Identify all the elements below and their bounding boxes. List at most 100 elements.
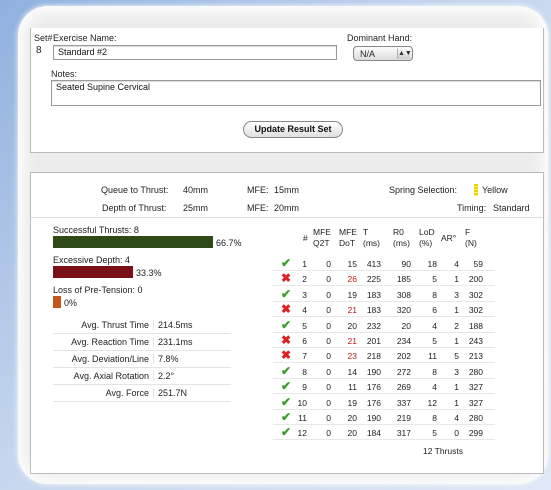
table-cell: 26 xyxy=(347,274,357,285)
average-row: Avg. Axial Rotation 2.2° xyxy=(53,368,231,385)
table-cell: 302 xyxy=(468,305,483,316)
results-panel: Queue to Thrust: 40mm Depth of Thrust: 2… xyxy=(30,172,544,474)
average-value: 214.5ms xyxy=(153,320,193,330)
loss-of-pretension-label: Loss of Pre-Tension: 0 xyxy=(53,285,143,295)
table-cell: 308 xyxy=(396,289,411,300)
column-header-bottom: (N) xyxy=(465,238,477,248)
table-cell: 185 xyxy=(396,274,411,285)
table-cell: 413 xyxy=(366,259,381,269)
timing-label: Timing: xyxy=(457,203,487,213)
table-cell: 1 xyxy=(454,274,459,285)
table-cell: 190 xyxy=(366,366,381,377)
table-cell: 2 xyxy=(454,320,459,331)
table-row-divider xyxy=(273,362,495,364)
table-cell: 0 xyxy=(326,366,331,377)
table-cell: 202 xyxy=(396,351,411,362)
table-cell: 190 xyxy=(366,413,381,423)
table-cell: 1 xyxy=(302,259,307,269)
table-cell: 272 xyxy=(396,366,411,377)
table-cell: 317 xyxy=(396,428,411,439)
table-cell: 234 xyxy=(396,336,411,346)
table-cell: 0 xyxy=(326,274,331,285)
table-cell: 280 xyxy=(468,366,483,377)
column-header-bottom: DoT xyxy=(339,238,356,248)
table-cell: 21 xyxy=(347,305,357,316)
column-header-top: MFE xyxy=(313,227,331,237)
table-row-divider xyxy=(273,347,495,348)
table-cell: 5 xyxy=(302,320,307,331)
table-cell: 327 xyxy=(468,397,483,408)
updown-arrow-icon: ▲▼ xyxy=(397,48,412,59)
table-cell: 19 xyxy=(347,397,357,408)
timing-value: Standard xyxy=(493,203,530,213)
table-cell: 0 xyxy=(326,382,331,393)
table-cell: 3 xyxy=(454,289,459,300)
dominant-hand-select[interactable]: N/A ▲▼ xyxy=(353,46,413,61)
table-cell: 6 xyxy=(302,336,307,346)
exercise-name-label: Exercise Name: xyxy=(53,33,117,43)
table-cell: 219 xyxy=(396,413,411,423)
column-header-top: LoD xyxy=(419,227,435,237)
average-label: Avg. Thrust Time xyxy=(81,320,149,330)
table-cell: 5 xyxy=(432,336,437,346)
average-value: 2.2° xyxy=(153,371,174,381)
column-header-bottom: (%) xyxy=(419,238,433,248)
average-label: Avg. Axial Rotation xyxy=(73,371,149,381)
dominant-hand-value: N/A xyxy=(360,49,376,59)
table-cell: 176 xyxy=(366,397,381,408)
table-cell: 183 xyxy=(366,289,381,300)
excessive-depth-label: Excessive Depth: 4 xyxy=(53,255,131,265)
table-cell: 6 xyxy=(432,305,437,316)
table-cell: 20 xyxy=(347,413,357,423)
spring-selection-value: Yellow xyxy=(482,185,508,195)
loss-of-pretension-bar xyxy=(53,296,61,308)
average-row: Avg. Deviation/Line 7.8% xyxy=(53,351,231,368)
table-cell: 5 xyxy=(432,428,437,439)
thrust-results-table: # MFE Q2T MFE DoT T (ms) R0 (ms) LoD (%) AR° F (N) ✔ 1 0… xyxy=(273,223,543,469)
table-cell: 327 xyxy=(468,382,483,393)
table-cell: 12 xyxy=(427,397,437,408)
table-cell: 0 xyxy=(326,351,331,362)
table-row-divider xyxy=(273,270,495,271)
column-header-bottom: Q2T xyxy=(313,238,330,248)
average-value: 7.8% xyxy=(153,354,179,364)
table-cell: 0 xyxy=(326,397,331,408)
table-cell: 3 xyxy=(302,289,307,300)
table-cell: 4 xyxy=(454,413,459,423)
successful-thrusts-percent: 66.7% xyxy=(216,238,242,248)
average-value: 231.1ms xyxy=(153,337,193,347)
set-label: Set# xyxy=(34,33,53,43)
table-row-divider xyxy=(273,439,495,441)
table-row-divider xyxy=(273,377,495,379)
column-header-bottom: (ms) xyxy=(363,238,380,248)
loss-of-pretension-percent: 0% xyxy=(64,298,78,308)
table-cell: 5 xyxy=(432,274,437,285)
notes-textarea[interactable]: Seated Supine Cervical xyxy=(51,80,541,106)
average-label: Avg. Reaction Time xyxy=(71,337,149,347)
column-header-bottom: AR° xyxy=(441,233,457,243)
update-result-set-button[interactable]: Update Result Set xyxy=(243,121,343,138)
table-cell: 320 xyxy=(396,305,411,316)
table-cell: 8 xyxy=(432,289,437,300)
table-cell: 2 xyxy=(302,274,307,285)
average-row: Avg. Thrust Time 214.5ms xyxy=(53,317,231,334)
average-label: Avg. Force xyxy=(105,388,149,398)
table-cell: 200 xyxy=(468,274,483,285)
thrust-count-footer: 12 Thrusts xyxy=(423,445,464,456)
table-cell: 0 xyxy=(326,336,331,346)
table-cell: 0 xyxy=(326,428,331,439)
table-cell: 20 xyxy=(347,428,357,439)
table-cell: 7 xyxy=(302,351,307,362)
table-cell: 12 xyxy=(297,428,307,439)
column-header-top: MFE xyxy=(339,227,357,237)
exercise-name-input[interactable]: Standard #2 xyxy=(53,45,337,60)
excessive-depth-bar xyxy=(53,266,133,278)
table-cell: 8 xyxy=(302,366,307,377)
table-cell: 90 xyxy=(401,259,411,269)
table-cell: 337 xyxy=(396,397,411,408)
table-cell: 20 xyxy=(347,320,357,331)
table-cell: 1 xyxy=(454,397,459,408)
table-cell: 183 xyxy=(366,305,381,316)
dominant-hand-label: Dominant Hand: xyxy=(347,33,413,43)
average-label: Avg. Deviation/Line xyxy=(71,354,149,364)
